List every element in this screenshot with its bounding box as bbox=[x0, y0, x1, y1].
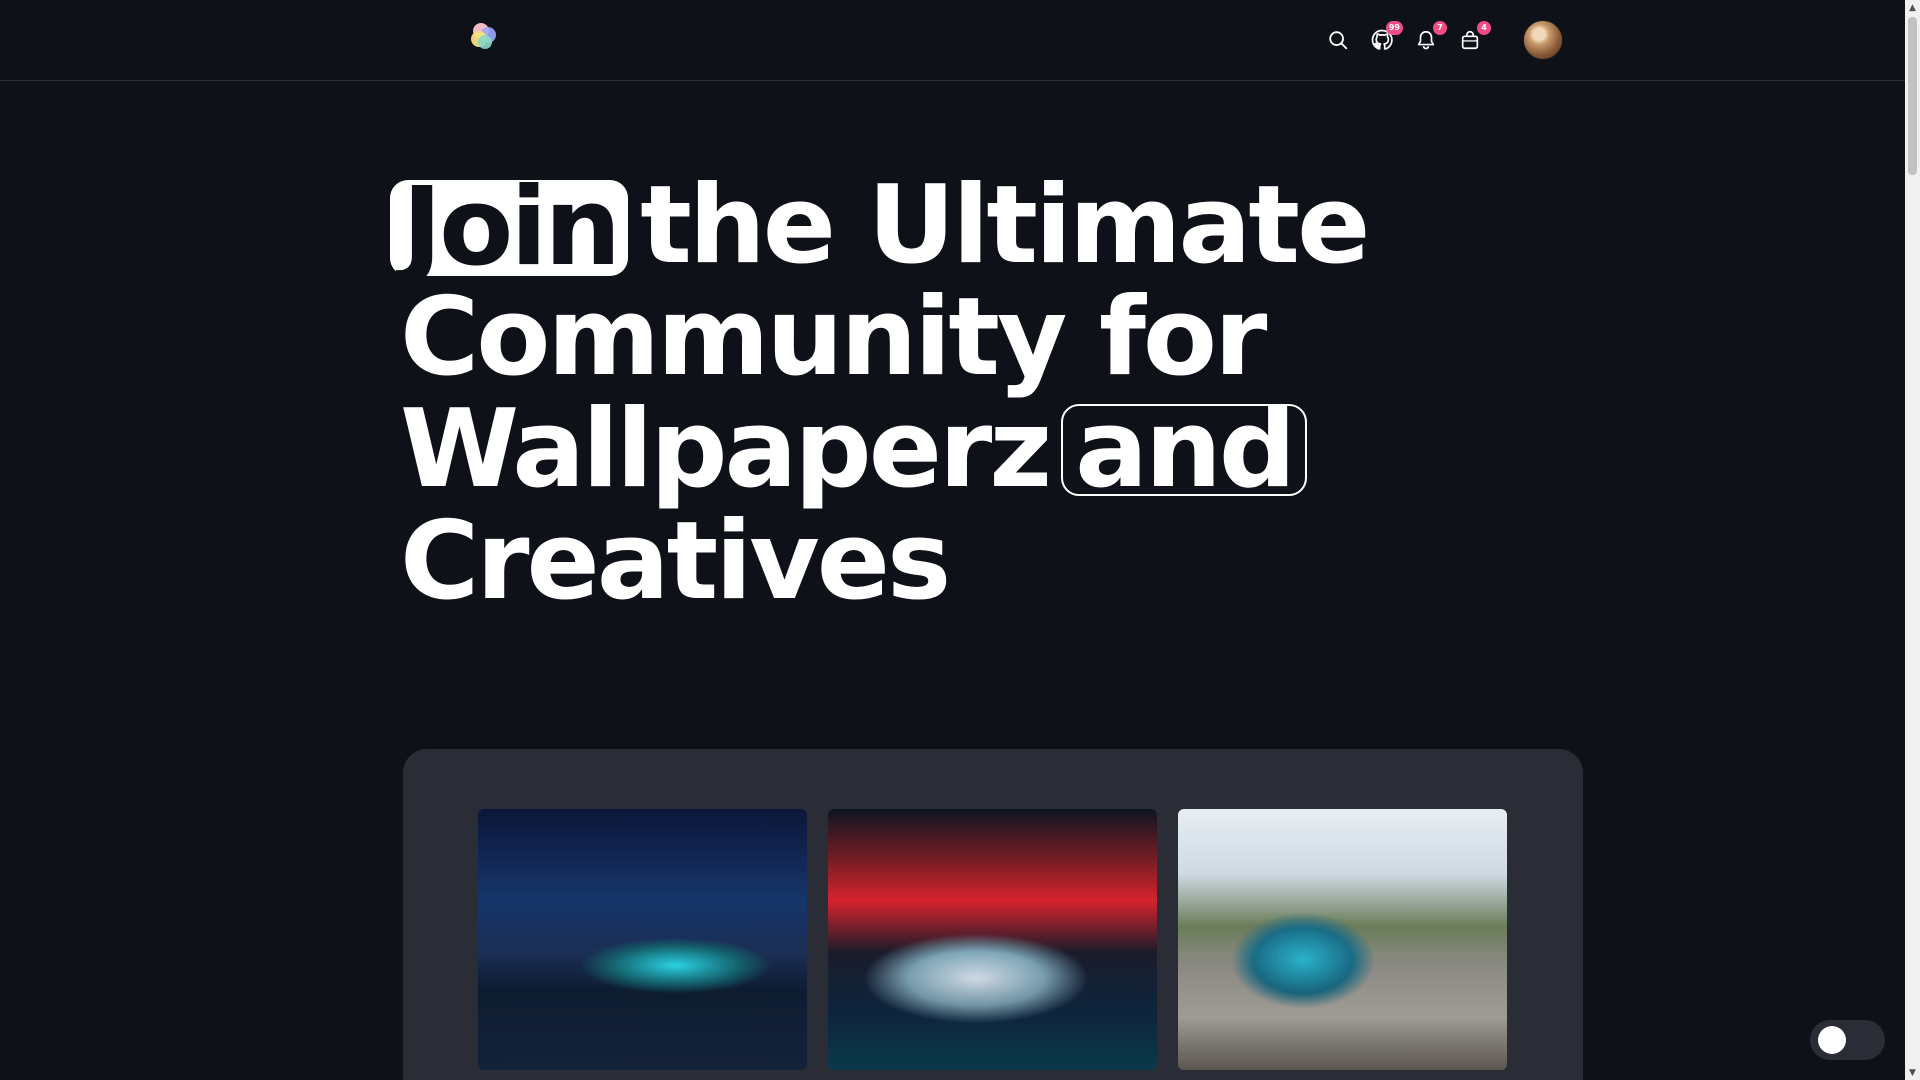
top-navigation-bar: 99 7 4 bbox=[0, 0, 1905, 81]
thumbnail-shade bbox=[1178, 952, 1507, 1070]
header-actions: 99 7 4 bbox=[1325, 20, 1563, 60]
hero-line-2: Community for bbox=[400, 275, 1267, 400]
notifications-button[interactable]: 7 bbox=[1413, 21, 1447, 53]
hero-line-1: Join the Ultimate bbox=[390, 170, 1370, 282]
scroll-up-arrow-icon[interactable]: ▲ bbox=[1905, 0, 1920, 15]
cart-count-badge: 4 bbox=[1477, 21, 1491, 35]
gallery-thumbnails bbox=[478, 809, 1507, 1070]
search-button[interactable] bbox=[1325, 27, 1351, 53]
hero-line-3-text: Wallpaperz bbox=[400, 387, 1052, 512]
vertical-scrollbar[interactable]: ▲ ▼ bbox=[1905, 0, 1920, 1080]
logo-icon bbox=[471, 23, 496, 49]
thumbnail-shade bbox=[478, 952, 807, 1070]
hero-outline-and: and bbox=[1061, 396, 1308, 504]
gallery-panel bbox=[403, 749, 1583, 1080]
hero-line-4: Creatives bbox=[400, 499, 951, 624]
logo[interactable] bbox=[467, 20, 501, 54]
theme-toggle-knob bbox=[1818, 1026, 1846, 1054]
search-icon bbox=[1329, 31, 1348, 50]
cart-button[interactable]: 4 bbox=[1457, 21, 1491, 53]
wallpaper-thumbnail[interactable] bbox=[1178, 809, 1507, 1070]
hero-highlight-join: Join bbox=[390, 174, 629, 282]
scroll-down-arrow-icon[interactable]: ▼ bbox=[1905, 1065, 1920, 1080]
wallpaper-thumbnail[interactable] bbox=[478, 809, 807, 1070]
notifications-count-badge: 7 bbox=[1433, 21, 1447, 35]
hero-line-1-text: the Ultimate bbox=[640, 163, 1370, 288]
hero-line-3: Wallpaperz and bbox=[400, 394, 1308, 506]
theme-toggle[interactable] bbox=[1810, 1020, 1885, 1060]
page: 99 7 4 Join the Ultimate Community for W… bbox=[0, 0, 1920, 1080]
user-avatar[interactable] bbox=[1523, 20, 1563, 60]
hero-heading: Join the Ultimate Community for Wallpaper… bbox=[390, 170, 1540, 650]
scrollbar-thumb[interactable] bbox=[1908, 17, 1917, 175]
github-button[interactable]: 99 bbox=[1369, 21, 1403, 53]
github-count-badge: 99 bbox=[1385, 21, 1403, 35]
thumbnail-shade bbox=[828, 952, 1157, 1070]
wallpaper-thumbnail[interactable] bbox=[828, 809, 1157, 1070]
